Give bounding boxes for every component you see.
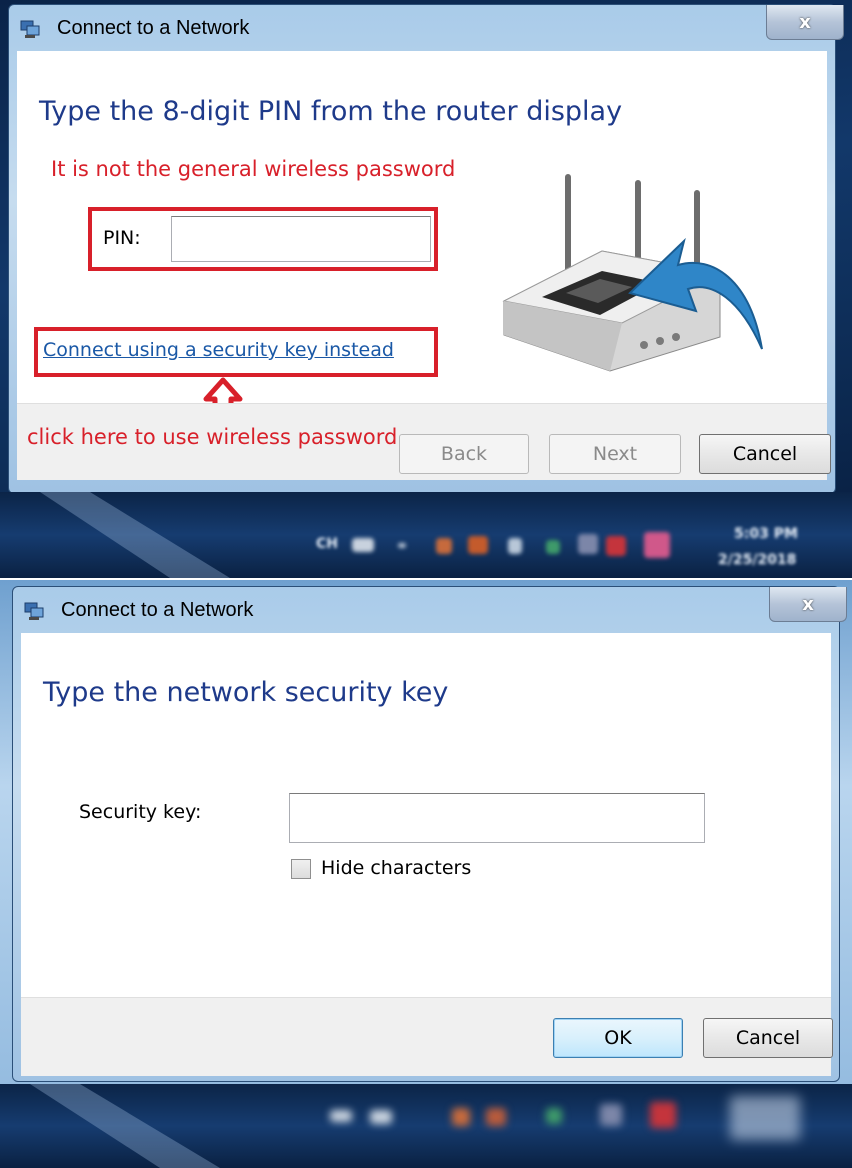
tray-shield-icon	[600, 1104, 622, 1126]
tray-flag-icon[interactable]	[468, 536, 488, 554]
annotation-note-top: It is not the general wireless password	[51, 157, 456, 181]
ok-button[interactable]: OK	[553, 1018, 683, 1058]
network-icon	[20, 20, 40, 38]
tray-volume-icon[interactable]	[508, 538, 522, 554]
close-icon: x	[799, 11, 811, 33]
tray-blurred-icon	[370, 1110, 392, 1124]
clock-date[interactable]: 2/25/2018	[718, 552, 796, 568]
tray-shield-icon[interactable]	[578, 534, 598, 554]
next-button[interactable]: Next	[549, 434, 681, 474]
router-illustration	[502, 174, 763, 372]
cancel-button[interactable]: Cancel	[699, 434, 831, 474]
cancel-button[interactable]: Cancel	[703, 1018, 833, 1058]
hide-characters-checkbox[interactable]	[291, 859, 311, 879]
pin-dialog-window: Connect to a Network x Type the 8-digit …	[8, 4, 844, 494]
key-dialog-client: Type the network security key Security k…	[21, 633, 833, 1076]
close-icon: x	[802, 593, 814, 615]
annotation-note-bottom: click here to use wireless password	[27, 425, 398, 449]
desktop-glare	[30, 1084, 220, 1168]
pin-dialog-title: Connect to a Network	[57, 17, 250, 39]
tray-alert-icon[interactable]	[606, 536, 626, 556]
taskbar: CH 5:03 PM 2/25/2018	[0, 492, 852, 578]
tray-app-icon[interactable]	[436, 538, 452, 554]
screenshot-pin-dialog: Connect to a Network x Type the 8-digit …	[0, 0, 852, 578]
key-dialog-title: Connect to a Network	[61, 599, 254, 621]
pin-input[interactable]	[171, 216, 431, 262]
tray-alert-icon	[650, 1102, 676, 1128]
security-key-label: Security key:	[79, 801, 202, 823]
tray-network-icon[interactable]	[546, 540, 560, 554]
language-indicator[interactable]: CH	[316, 536, 338, 552]
security-key-input[interactable]	[289, 793, 705, 843]
tray-keyboard-icon[interactable]	[352, 538, 374, 552]
tray-network-icon	[546, 1108, 562, 1124]
tray-color-icon[interactable]	[644, 532, 670, 558]
pin-label: PIN:	[103, 227, 141, 249]
screenshot-key-dialog: Connect to a Network x Type the network …	[0, 580, 852, 1168]
clock-time[interactable]: 5:03 PM	[734, 526, 798, 542]
taskbar-blurred	[0, 1084, 852, 1168]
clock-blurred	[730, 1096, 800, 1140]
pin-dialog-titlebar: Connect to a Network	[9, 5, 835, 51]
close-button[interactable]: x	[769, 587, 847, 622]
key-dialog-heading: Type the network security key	[43, 677, 449, 708]
use-security-key-link[interactable]: Connect using a security key instead	[43, 339, 394, 361]
close-button[interactable]: x	[766, 5, 844, 40]
pin-dialog-client: Type the 8-digit PIN from the router dis…	[17, 51, 831, 480]
back-button[interactable]: Back	[399, 434, 529, 474]
desktop-glare	[40, 492, 230, 578]
key-dialog-titlebar: Connect to a Network	[13, 587, 839, 633]
key-dialog-footer: OK Cancel	[21, 997, 833, 1076]
tray-app-icon	[452, 1108, 470, 1126]
network-icon	[24, 602, 44, 620]
hide-characters-label[interactable]: Hide characters	[321, 857, 471, 879]
tray-keyboard-icon	[330, 1110, 352, 1122]
key-dialog-window: Connect to a Network x Type the network …	[12, 586, 847, 1082]
tray-dash-icon	[398, 543, 406, 548]
tray-flag-icon	[486, 1108, 506, 1126]
pin-dialog-heading: Type the 8-digit PIN from the router dis…	[39, 96, 623, 127]
